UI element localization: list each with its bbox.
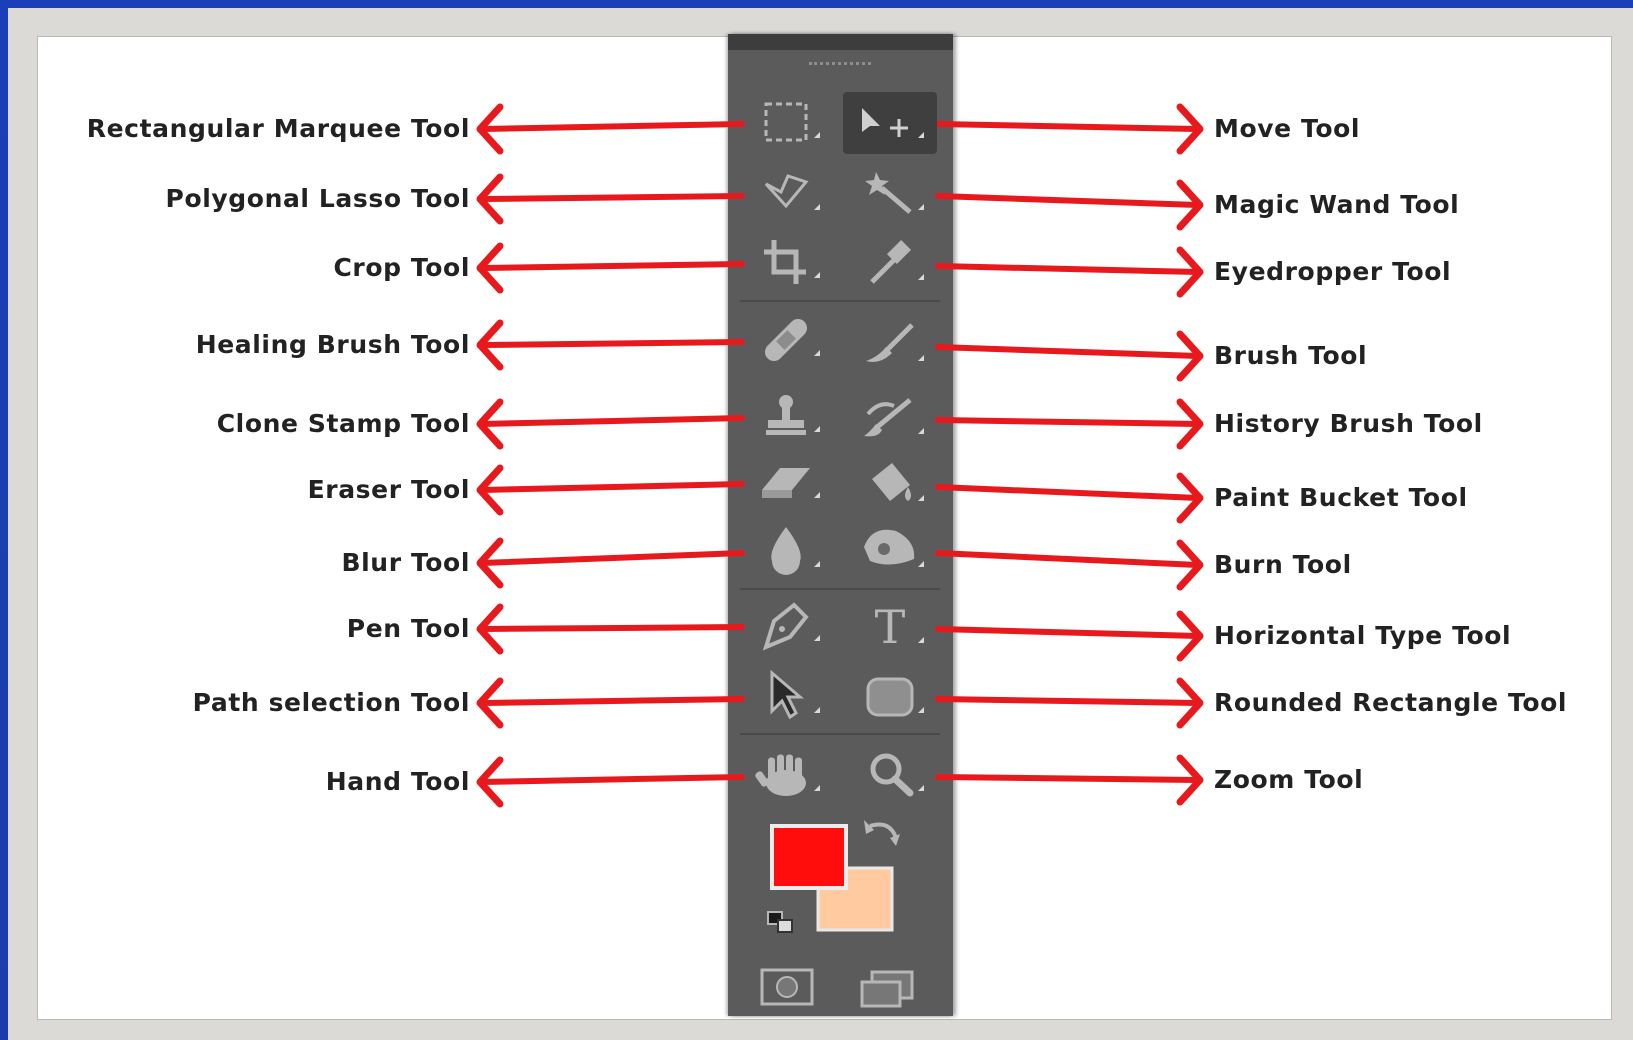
label-right-5: Paint Bucket Tool xyxy=(1214,483,1468,512)
tool-icons-layer: T xyxy=(754,92,937,1008)
rounded-rectangle-icon[interactable] xyxy=(866,677,924,717)
label-left-4: Clone Stamp Tool xyxy=(216,409,470,438)
type-t-icon[interactable]: T xyxy=(875,600,924,654)
eraser-icon[interactable] xyxy=(762,468,820,498)
magnifier-icon[interactable] xyxy=(870,753,924,797)
history-brush-icon[interactable] xyxy=(864,398,924,437)
brush-icon[interactable] xyxy=(866,323,924,362)
swap-colors-icon[interactable] xyxy=(864,820,900,846)
label-left-2: Crop Tool xyxy=(333,253,470,282)
label-left-7: Pen Tool xyxy=(346,614,470,643)
foreground-color-swatch[interactable] xyxy=(770,824,848,890)
label-right-9: Zoom Tool xyxy=(1214,765,1364,794)
label-left-8: Path selection Tool xyxy=(192,688,470,717)
label-right-6: Burn Tool xyxy=(1214,550,1352,579)
label-right-2: Eyedropper Tool xyxy=(1214,257,1452,286)
label-right-4: History Brush Tool xyxy=(1214,409,1483,438)
crop-icon[interactable] xyxy=(764,240,820,284)
rectangular-marquee-icon[interactable] xyxy=(764,102,820,142)
blur-drop-icon[interactable] xyxy=(771,527,820,575)
paint-bucket-icon[interactable] xyxy=(872,463,924,501)
label-left-0: Rectangular Marquee Tool xyxy=(86,114,470,143)
move-icon[interactable] xyxy=(843,92,937,154)
label-left-3: Healing Brush Tool xyxy=(195,330,470,359)
burn-hand-icon[interactable] xyxy=(864,529,924,567)
quick-mask-icon[interactable] xyxy=(760,968,814,1006)
label-left-5: Eraser Tool xyxy=(307,475,470,504)
default-colors-icon[interactable] xyxy=(767,911,793,933)
label-right-0: Move Tool xyxy=(1214,114,1361,143)
hand-icon[interactable] xyxy=(754,754,820,797)
label-right-1: Magic Wand Tool xyxy=(1214,190,1460,219)
magic-wand-icon[interactable] xyxy=(865,172,924,214)
label-right-3: Brush Tool xyxy=(1214,341,1368,370)
screen-mode-icon[interactable] xyxy=(860,970,914,1008)
label-left-1: Polygonal Lasso Tool xyxy=(165,184,470,213)
clone-stamp-icon[interactable] xyxy=(766,395,820,435)
label-left-6: Blur Tool xyxy=(341,548,470,577)
toolbar-diagram: T Rectangular Marquee Tool Polygonal Lass… xyxy=(0,0,1633,1040)
path-selection-arrow-icon[interactable] xyxy=(770,669,820,720)
label-right-8: Rounded Rectangle Tool xyxy=(1214,688,1568,717)
label-left-9: Hand Tool xyxy=(325,767,470,796)
pen-nib-icon[interactable] xyxy=(762,602,820,651)
eyedropper-icon[interactable] xyxy=(870,239,924,284)
polygonal-lasso-icon[interactable] xyxy=(764,174,820,210)
healing-brush-icon[interactable] xyxy=(761,315,820,364)
svg-text:T: T xyxy=(875,600,906,654)
label-right-7: Horizontal Type Tool xyxy=(1214,621,1512,650)
